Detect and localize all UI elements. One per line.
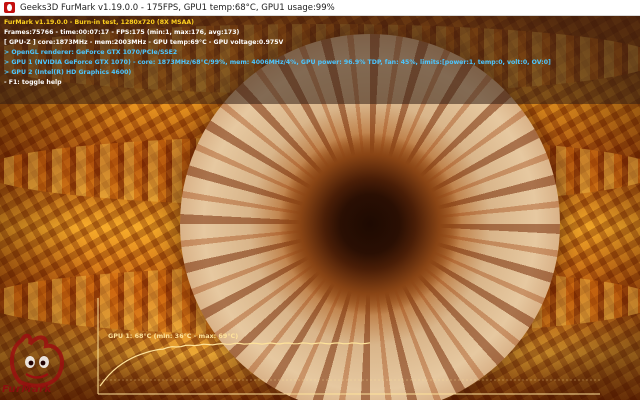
info-line: - F1: toggle help <box>4 79 62 86</box>
info-line: Frames:75766 - time:00:07:17 - FPS:175 (… <box>4 29 240 36</box>
info-line: > OpenGL renderer: GeForce GTX 1070/PCIe… <box>4 49 178 56</box>
temperature-curve <box>99 342 371 387</box>
info-line: FurMark v1.19.0.0 - Burn-in test, 1280x7… <box>4 19 194 26</box>
temperature-graph-label: GPU 1: 68°C (min: 36°C - max: 69°C) <box>108 332 239 340</box>
furmark-app-icon[interactable] <box>4 2 15 13</box>
info-overlay-text: FurMark v1.19.0.0 - Burn-in test, 1280x7… <box>4 18 551 88</box>
window-title: Geeks3D FurMark v1.19.0.0 - 175FPS, GPU1… <box>20 2 335 13</box>
temperature-graph <box>97 298 600 395</box>
info-line: > GPU 1 (NVIDIA GeForce GTX 1070) - core… <box>4 59 551 66</box>
furmark-logo-text: FurMark <box>2 384 52 395</box>
info-line: [ GPU-Z ] core:1873MHz - mem:2003MHz - G… <box>4 39 284 46</box>
info-line: > GPU 2 (Intel(R) HD Graphics 4600) <box>4 69 132 76</box>
window-titlebar: Geeks3D FurMark v1.19.0.0 - 175FPS, GPU1… <box>0 0 640 16</box>
